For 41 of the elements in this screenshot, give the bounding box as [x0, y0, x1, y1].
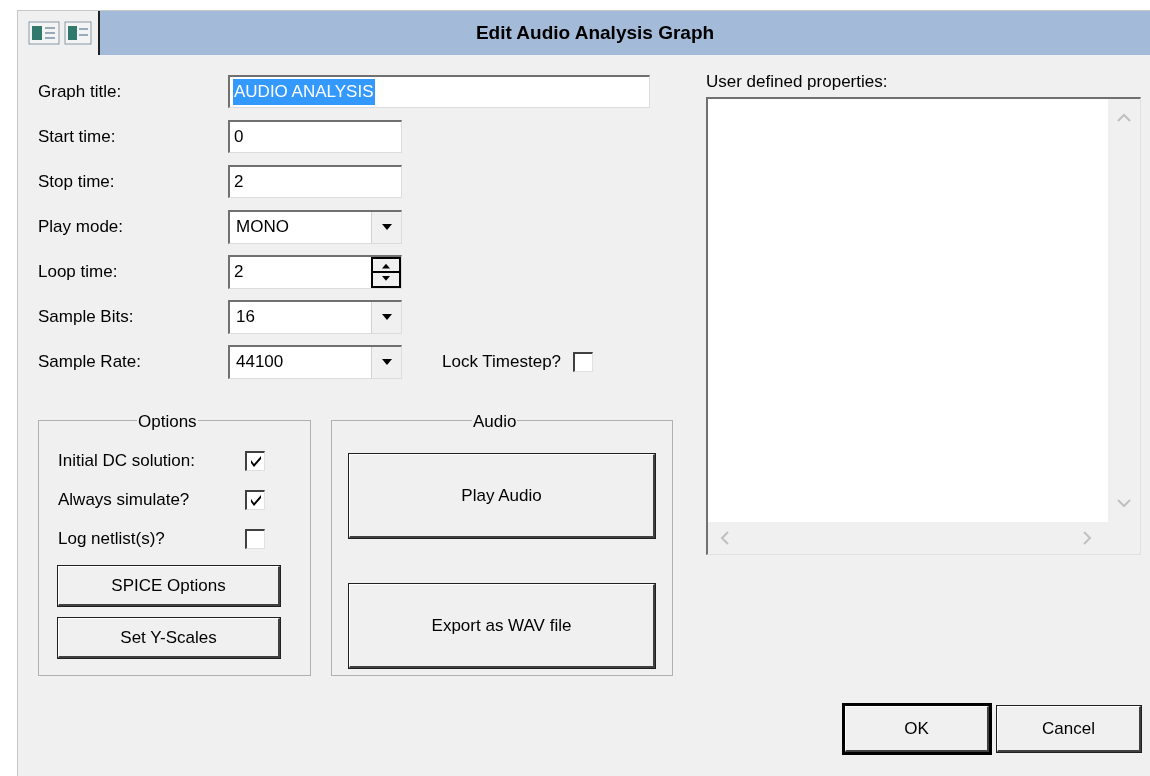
field-value: MONO	[235, 217, 290, 237]
list-label: User defined properties:	[706, 71, 889, 93]
spinner-field[interactable]: 2	[228, 254, 402, 289]
dialog-button[interactable]: Cancel	[997, 706, 1141, 752]
checkbox[interactable]	[573, 351, 594, 372]
checkbox-label: Log netlist(s)?	[58, 527, 165, 550]
dialog-button[interactable]: OK	[845, 706, 989, 752]
audio-button[interactable]: Export as WAV file	[349, 584, 655, 668]
checkmark-icon	[248, 454, 263, 468]
checkbox-label: Initial DC solution:	[58, 449, 195, 472]
field-label: Stop time:	[38, 170, 116, 193]
text-field[interactable]: 2	[228, 165, 402, 198]
dialog-button[interactable]: SPICE Options	[58, 566, 280, 606]
field-value: 2	[233, 171, 245, 194]
field-value: 0	[233, 126, 245, 149]
checkbox[interactable]	[245, 450, 265, 471]
window-layout-icon[interactable]	[64, 21, 92, 45]
field-label: Start time:	[38, 125, 117, 148]
field-label: Loop time:	[38, 260, 119, 283]
field-label: Sample Bits:	[38, 305, 135, 328]
window-layout-icon[interactable]	[28, 21, 60, 45]
text-field[interactable]: 0	[228, 120, 402, 153]
window-title: Edit Audio Analysis Graph	[474, 20, 716, 45]
checkbox-label: Lock Timestep?	[442, 350, 562, 373]
field-label: Play mode:	[38, 215, 125, 238]
dropdown-field[interactable]: 16	[228, 299, 402, 334]
checkbox[interactable]	[245, 528, 265, 549]
checkmark-icon	[248, 493, 263, 507]
dialog-button[interactable]: Set Y-Scales	[58, 618, 280, 658]
field-label: Sample Rate:	[38, 350, 142, 373]
field-value: 16	[235, 307, 256, 327]
audio-button[interactable]: Play Audio	[349, 454, 655, 538]
field-label: Graph title:	[38, 80, 123, 103]
field-value: AUDIO ANALYSIS	[233, 79, 375, 105]
field-value: 44100	[235, 352, 285, 372]
spinner-arrows-icon[interactable]	[371, 256, 401, 288]
field-value: 2	[233, 262, 245, 282]
dropdown-field[interactable]: MONO	[228, 209, 402, 244]
checkbox[interactable]	[245, 489, 265, 510]
checkbox-label: Always simulate?	[58, 488, 190, 511]
dropdown-field[interactable]: 44100	[228, 344, 402, 379]
